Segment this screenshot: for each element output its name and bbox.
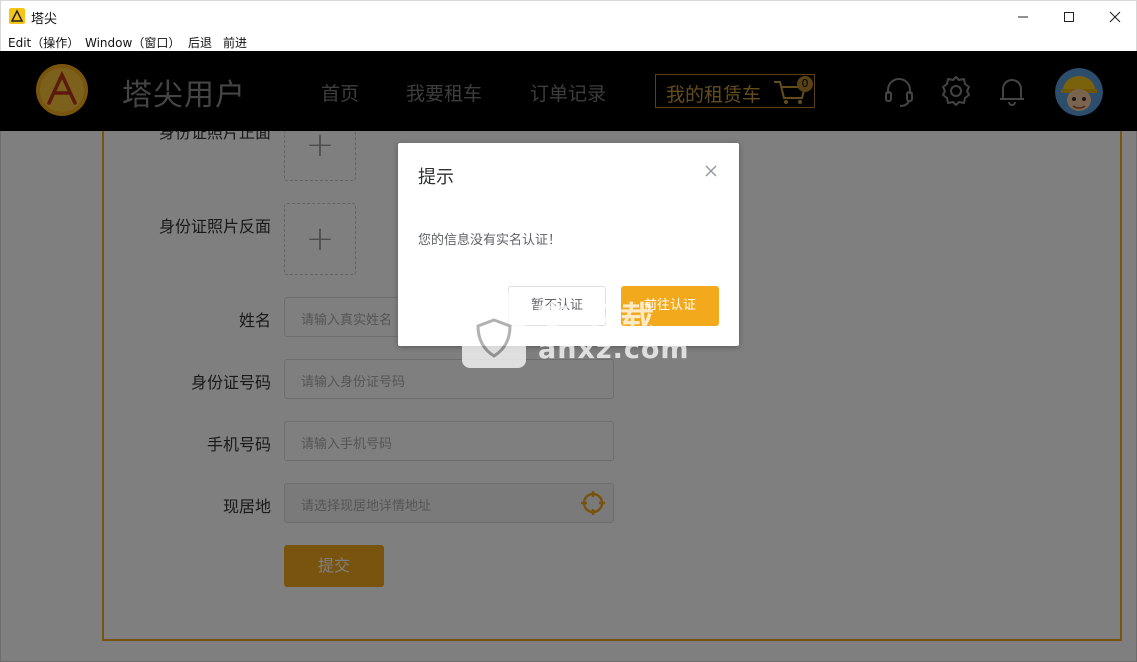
menu-forward[interactable]: 前进	[223, 34, 247, 51]
window-titlebar: 塔尖	[0, 0, 1137, 31]
close-icon	[1109, 11, 1121, 22]
minimize-icon	[1018, 16, 1028, 17]
app-icon	[9, 8, 25, 24]
maximize-icon	[1064, 11, 1074, 22]
shield-icon	[462, 288, 526, 368]
window-title: 塔尖	[31, 12, 58, 27]
watermark-url: anxz.com	[538, 334, 690, 365]
maximize-button[interactable]	[1046, 1, 1092, 32]
menu-window[interactable]: Window（窗口）	[85, 34, 180, 51]
dialog-message: 您的信息没有实名认证！	[418, 233, 562, 248]
dialog-close-button[interactable]	[701, 162, 721, 182]
menu-back[interactable]: 后退	[188, 34, 212, 51]
minimize-button[interactable]	[1000, 1, 1046, 32]
watermark: 安下载 anxz.com	[458, 288, 690, 372]
dialog-title: 提示	[418, 167, 454, 188]
menubar: Edit（操作） Window（窗口） 后退 前进	[0, 31, 1137, 51]
close-button[interactable]	[1092, 1, 1137, 32]
menu-edit[interactable]: Edit（操作）	[8, 34, 79, 51]
close-icon	[705, 165, 717, 177]
